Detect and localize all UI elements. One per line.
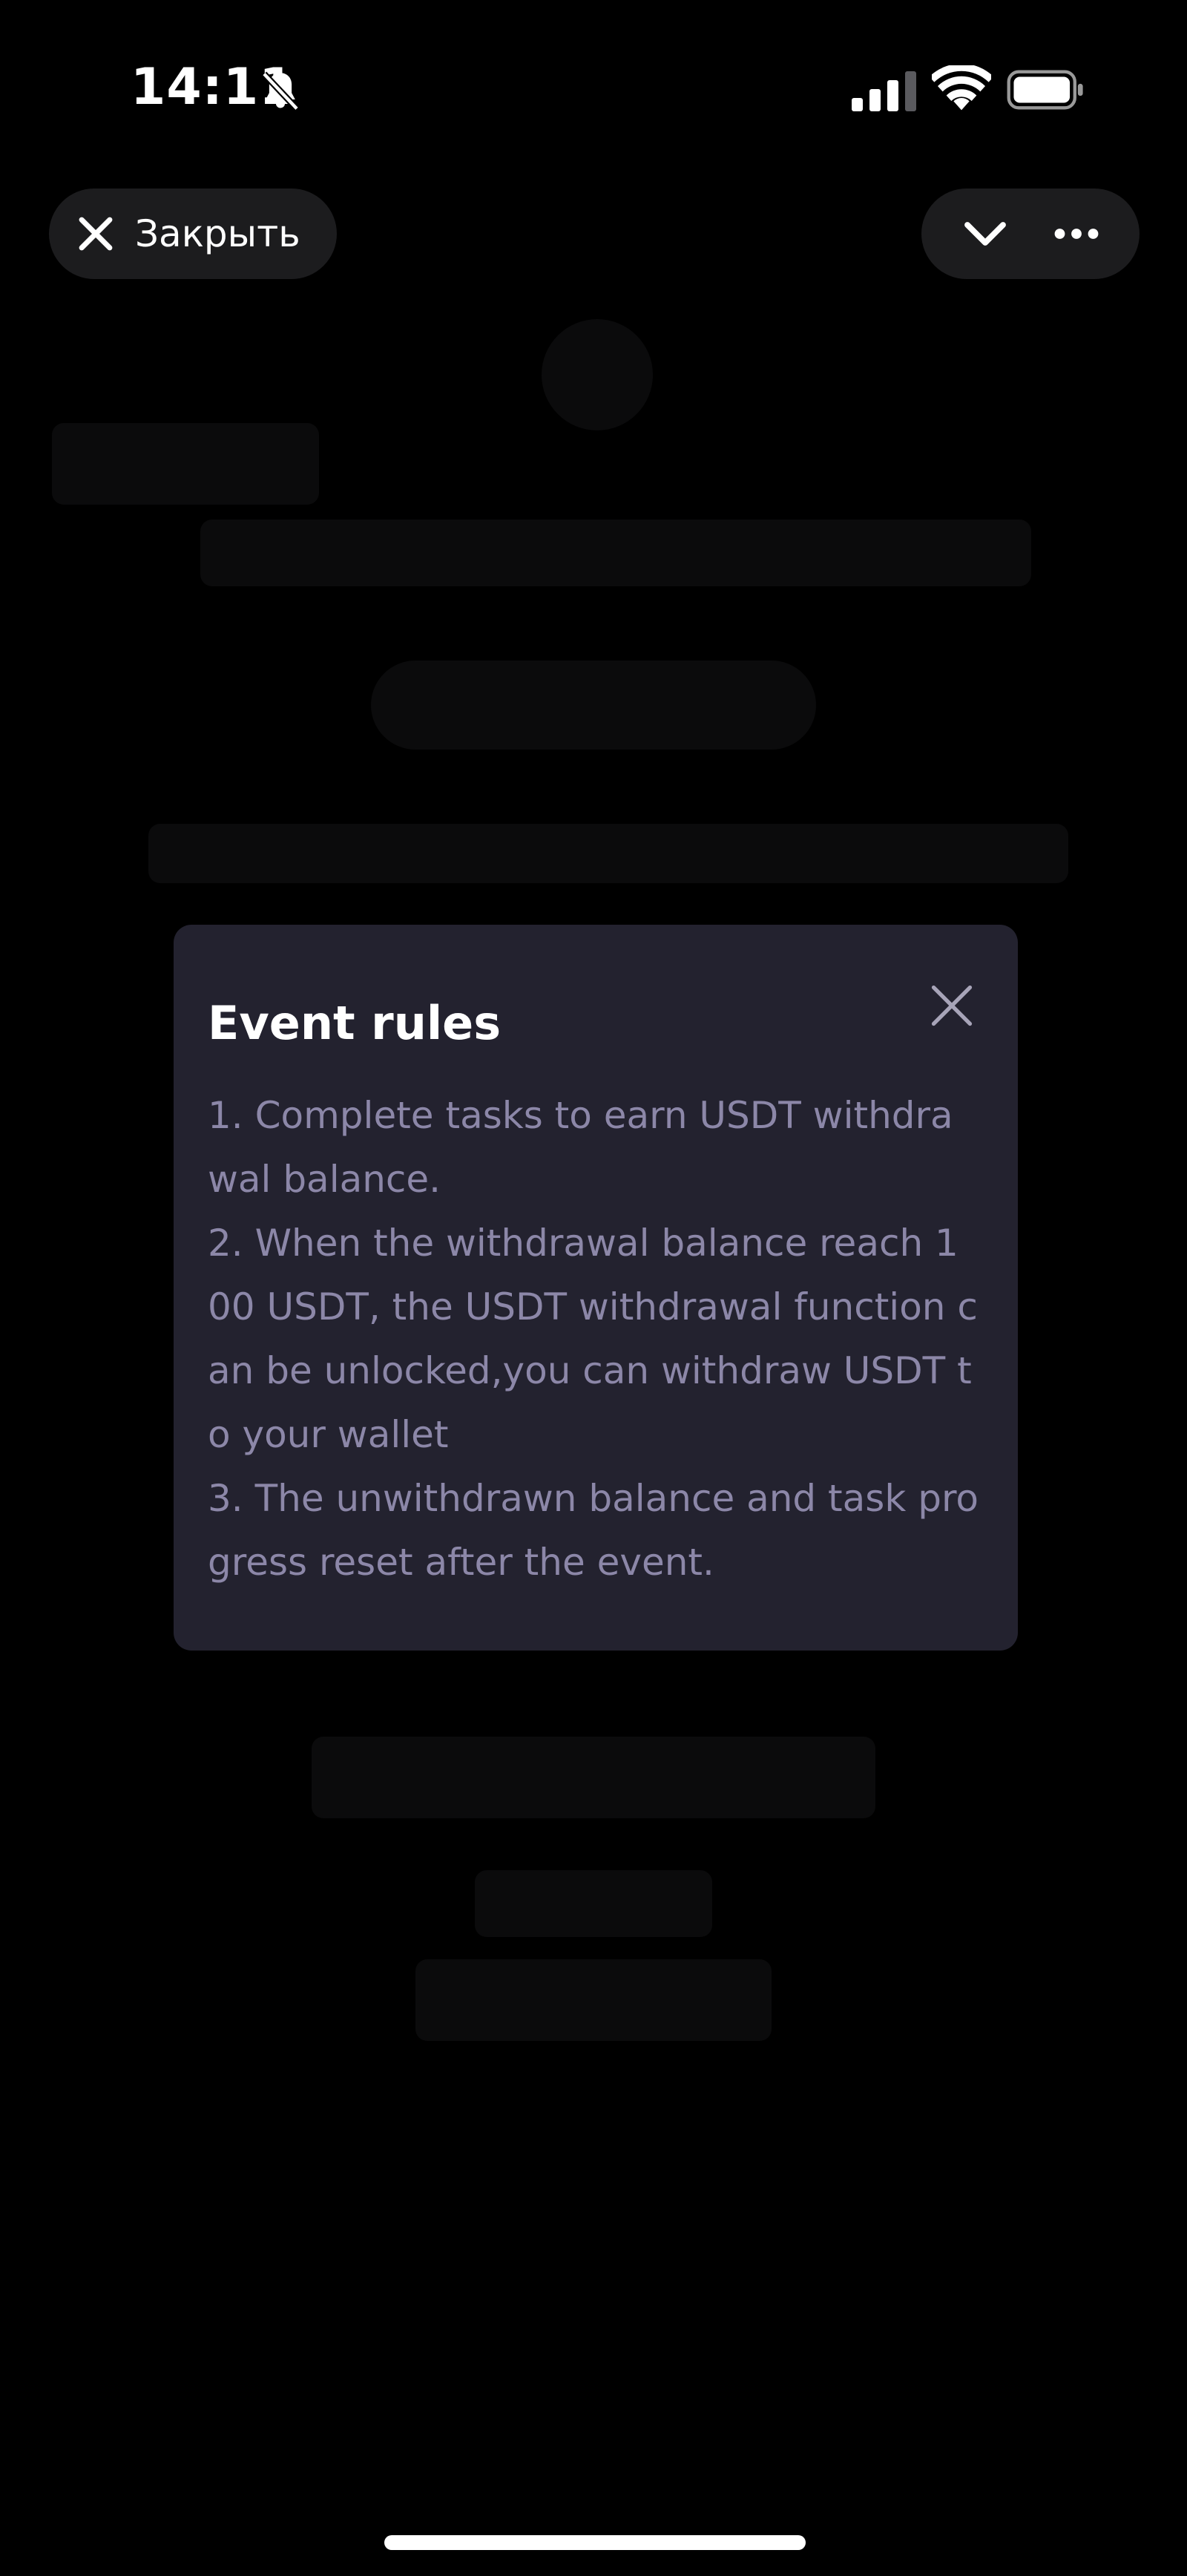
cellular-signal-icon	[852, 71, 916, 111]
close-icon	[79, 217, 113, 251]
background-logo	[542, 319, 653, 430]
rule-item: 1. Complete tasks to earn USDT withdrawa…	[208, 1094, 953, 1202]
header-actions	[921, 189, 1140, 279]
background-heading	[52, 423, 319, 505]
close-icon[interactable]	[926, 980, 978, 1032]
chevron-down-icon[interactable]	[959, 207, 1012, 260]
more-horizontal-icon[interactable]	[1050, 207, 1103, 260]
modal-title: Event rules	[208, 996, 502, 1050]
background-text	[475, 1870, 712, 1937]
home-indicator[interactable]	[384, 2535, 806, 2550]
rule-item: 2. When the withdrawal balance reach 100…	[208, 1222, 978, 1457]
wifi-icon	[932, 65, 991, 111]
background-row	[148, 824, 1068, 883]
background-button	[371, 661, 816, 750]
rule-item: 3. The unwithdrawn balance and task prog…	[208, 1477, 979, 1584]
background-text	[312, 1737, 875, 1818]
status-bar: 14:11	[0, 0, 1187, 178]
close-button-label: Закрыть	[135, 212, 300, 255]
background-subtitle	[200, 520, 1031, 586]
close-button[interactable]: Закрыть	[49, 189, 337, 279]
battery-icon	[1007, 70, 1083, 110]
bell-slash-icon	[261, 71, 300, 111]
event-rules-modal: Event rules 1. Complete tasks to earn US…	[174, 925, 1018, 1651]
background-text	[415, 1959, 772, 2041]
rules-list: 1. Complete tasks to earn USDT withdrawa…	[208, 1084, 979, 1594]
